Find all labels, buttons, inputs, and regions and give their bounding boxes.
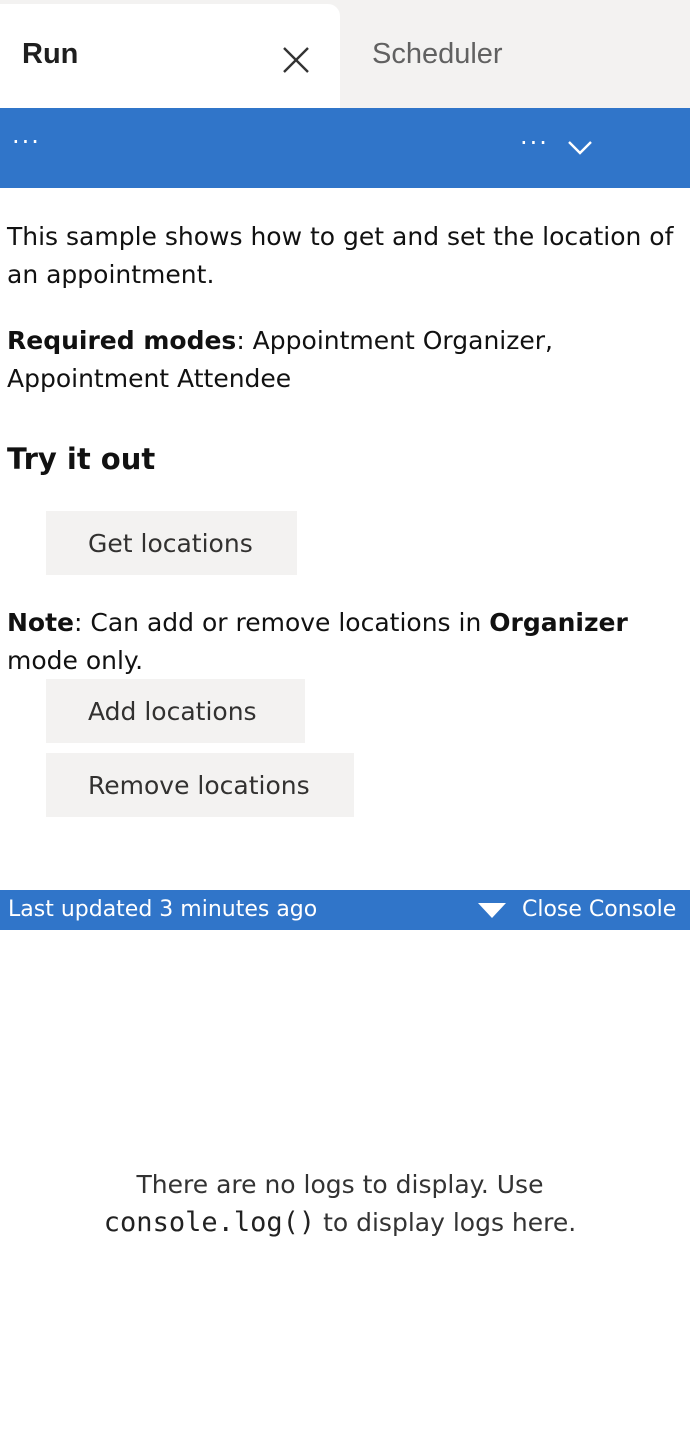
console-header: Last updated 3 minutes ago Close Console [0,890,690,930]
empty-logs-line-1: There are no logs to display. Use [136,1170,544,1199]
toolbar: ··· ··· [0,108,690,188]
tab-run-label: Run [22,38,79,70]
section-heading: Try it out [7,442,156,476]
more-options-icon[interactable]: ··· [12,128,41,156]
note-text: Note: Can add or remove locations in Org… [7,604,647,680]
overflow-menu-icon[interactable]: ··· [520,129,549,157]
note-text-end: mode only. [7,646,144,675]
close-console-label: Close Console [522,897,677,922]
empty-logs-line-2-text: to display logs here. [315,1208,577,1237]
note-bold-organizer: Organizer [489,608,628,637]
console-log-code: console.log() [103,1207,316,1238]
close-console-button[interactable]: Close Console [478,890,684,930]
empty-logs-message: There are no logs to display. Use consol… [0,1166,680,1242]
tab-bar: Run Scheduler [0,0,690,108]
tab-scheduler[interactable]: Scheduler [342,4,690,108]
get-locations-button[interactable]: Get locations [46,511,297,575]
note-label: Note [7,608,75,637]
chevron-down-icon[interactable] [566,136,594,160]
empty-logs-line-2: console.log() to display logs here. [0,1204,680,1242]
tab-scheduler-label: Scheduler [372,38,503,70]
note-text-part: : Can add or remove locations in [74,608,490,637]
required-modes-label: Required modes [7,326,237,355]
remove-locations-button[interactable]: Remove locations [46,753,354,817]
close-icon[interactable] [276,40,316,80]
sample-description: This sample shows how to get and set the… [7,222,674,289]
tab-run[interactable]: Run [0,4,340,108]
add-locations-button[interactable]: Add locations [46,679,305,743]
last-updated-text: Last updated 3 minutes ago [8,897,318,922]
caret-down-icon [478,903,506,918]
required-modes: Required modes: Appointment Organizer, A… [7,322,627,398]
